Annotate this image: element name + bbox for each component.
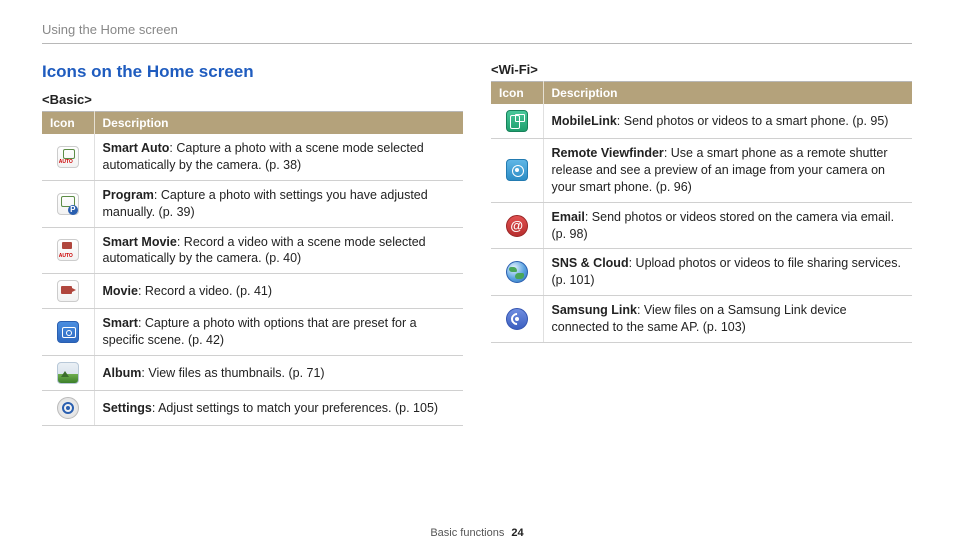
row-text: : Send photos or videos to a smart phone… xyxy=(617,114,889,128)
basic-header-icon: Icon xyxy=(42,112,94,135)
row-text: : View files as thumbnails. (p. 71) xyxy=(141,366,324,380)
movie-icon xyxy=(57,280,79,302)
row-text: : Adjust settings to match your preferen… xyxy=(152,401,438,415)
row-description: MobileLink: Send photos or videos to a s… xyxy=(543,104,912,139)
settings-icon xyxy=(57,397,79,419)
wifi-table: Icon Description MobileLink: Send photos… xyxy=(491,81,912,343)
table-row: Smart: Capture a photo with options that… xyxy=(42,309,463,356)
row-icon-cell xyxy=(42,391,94,426)
table-row: Smart Auto: Capture a photo with a scene… xyxy=(42,134,463,180)
row-text: : Capture a photo with options that are … xyxy=(103,316,417,347)
row-icon-cell xyxy=(491,104,543,139)
row-icon-cell xyxy=(42,227,94,274)
table-row: Settings: Adjust settings to match your … xyxy=(42,391,463,426)
row-description: Smart: Capture a photo with options that… xyxy=(94,309,463,356)
row-description: SNS & Cloud: Upload photos or videos to … xyxy=(543,249,912,296)
table-row: Samsung Link: View files on a Samsung Li… xyxy=(491,296,912,343)
row-icon-cell xyxy=(42,180,94,227)
basic-header-description: Description xyxy=(94,112,463,135)
row-term: Album xyxy=(103,366,142,380)
row-description: Email: Send photos or videos stored on t… xyxy=(543,202,912,249)
row-term: Samsung Link xyxy=(552,303,637,317)
row-icon-cell xyxy=(42,274,94,309)
wifi-heading: <Wi-Fi> xyxy=(491,62,912,77)
row-description: Movie: Record a video. (p. 41) xyxy=(94,274,463,309)
table-row: Smart Movie: Record a video with a scene… xyxy=(42,227,463,274)
row-description: Smart Auto: Capture a photo with a scene… xyxy=(94,134,463,180)
row-description: Remote Viewfinder: Use a smart phone as … xyxy=(543,139,912,203)
table-row: Movie: Record a video. (p. 41) xyxy=(42,274,463,309)
column-left: Icons on the Home screen <Basic> Icon De… xyxy=(42,62,463,426)
program-icon xyxy=(57,193,79,215)
table-row: Album: View files as thumbnails. (p. 71) xyxy=(42,356,463,391)
row-text: : Send photos or videos stored on the ca… xyxy=(552,210,895,241)
content-columns: Icons on the Home screen <Basic> Icon De… xyxy=(42,62,912,426)
row-icon-cell xyxy=(42,356,94,391)
row-icon-cell xyxy=(491,139,543,203)
section-title: Icons on the Home screen xyxy=(42,62,463,82)
page: { "breadcrumb": "Using the Home screen",… xyxy=(0,0,954,557)
row-term: Remote Viewfinder xyxy=(552,146,664,160)
samsung-link-icon xyxy=(506,308,528,330)
row-description: Album: View files as thumbnails. (p. 71) xyxy=(94,356,463,391)
sns-cloud-icon xyxy=(506,261,528,283)
smart-auto-icon xyxy=(57,146,79,168)
table-row: SNS & Cloud: Upload photos or videos to … xyxy=(491,249,912,296)
table-row: Program: Capture a photo with settings y… xyxy=(42,180,463,227)
smart-icon xyxy=(57,321,79,343)
row-description: Samsung Link: View files on a Samsung Li… xyxy=(543,296,912,343)
footer-page-number: 24 xyxy=(511,527,523,539)
footer-section: Basic functions xyxy=(430,527,504,539)
row-text: : Record a video. (p. 41) xyxy=(138,284,272,298)
row-icon-cell xyxy=(491,249,543,296)
wifi-header-description: Description xyxy=(543,82,912,105)
row-term: SNS & Cloud xyxy=(552,256,629,270)
table-row: Email: Send photos or videos stored on t… xyxy=(491,202,912,249)
email-icon xyxy=(506,215,528,237)
remote-viewfinder-icon xyxy=(506,159,528,181)
row-term: Smart Movie xyxy=(103,235,177,249)
row-description: Smart Movie: Record a video with a scene… xyxy=(94,227,463,274)
row-term: Smart Auto xyxy=(103,141,170,155)
basic-heading: <Basic> xyxy=(42,92,463,107)
row-icon-cell xyxy=(42,309,94,356)
album-icon xyxy=(57,362,79,384)
row-term: Movie xyxy=(103,284,138,298)
row-term: MobileLink xyxy=(552,114,617,128)
row-term: Email xyxy=(552,210,585,224)
row-term: Settings xyxy=(103,401,152,415)
column-right: <Wi-Fi> Icon Description MobileLink: Sen… xyxy=(491,62,912,426)
mobilelink-icon xyxy=(506,110,528,132)
table-row: Remote Viewfinder: Use a smart phone as … xyxy=(491,139,912,203)
page-footer: Basic functions 24 xyxy=(0,527,954,539)
row-description: Program: Capture a photo with settings y… xyxy=(94,180,463,227)
header-rule xyxy=(42,43,912,44)
breadcrumb: Using the Home screen xyxy=(42,22,912,37)
row-icon-cell xyxy=(491,296,543,343)
row-term: Smart xyxy=(103,316,138,330)
row-description: Settings: Adjust settings to match your … xyxy=(94,391,463,426)
row-icon-cell xyxy=(491,202,543,249)
row-icon-cell xyxy=(42,134,94,180)
table-row: MobileLink: Send photos or videos to a s… xyxy=(491,104,912,139)
wifi-header-icon: Icon xyxy=(491,82,543,105)
basic-table: Icon Description Smart Auto: Capture a p… xyxy=(42,111,463,426)
row-term: Program xyxy=(103,188,154,202)
smart-movie-icon xyxy=(57,239,79,261)
